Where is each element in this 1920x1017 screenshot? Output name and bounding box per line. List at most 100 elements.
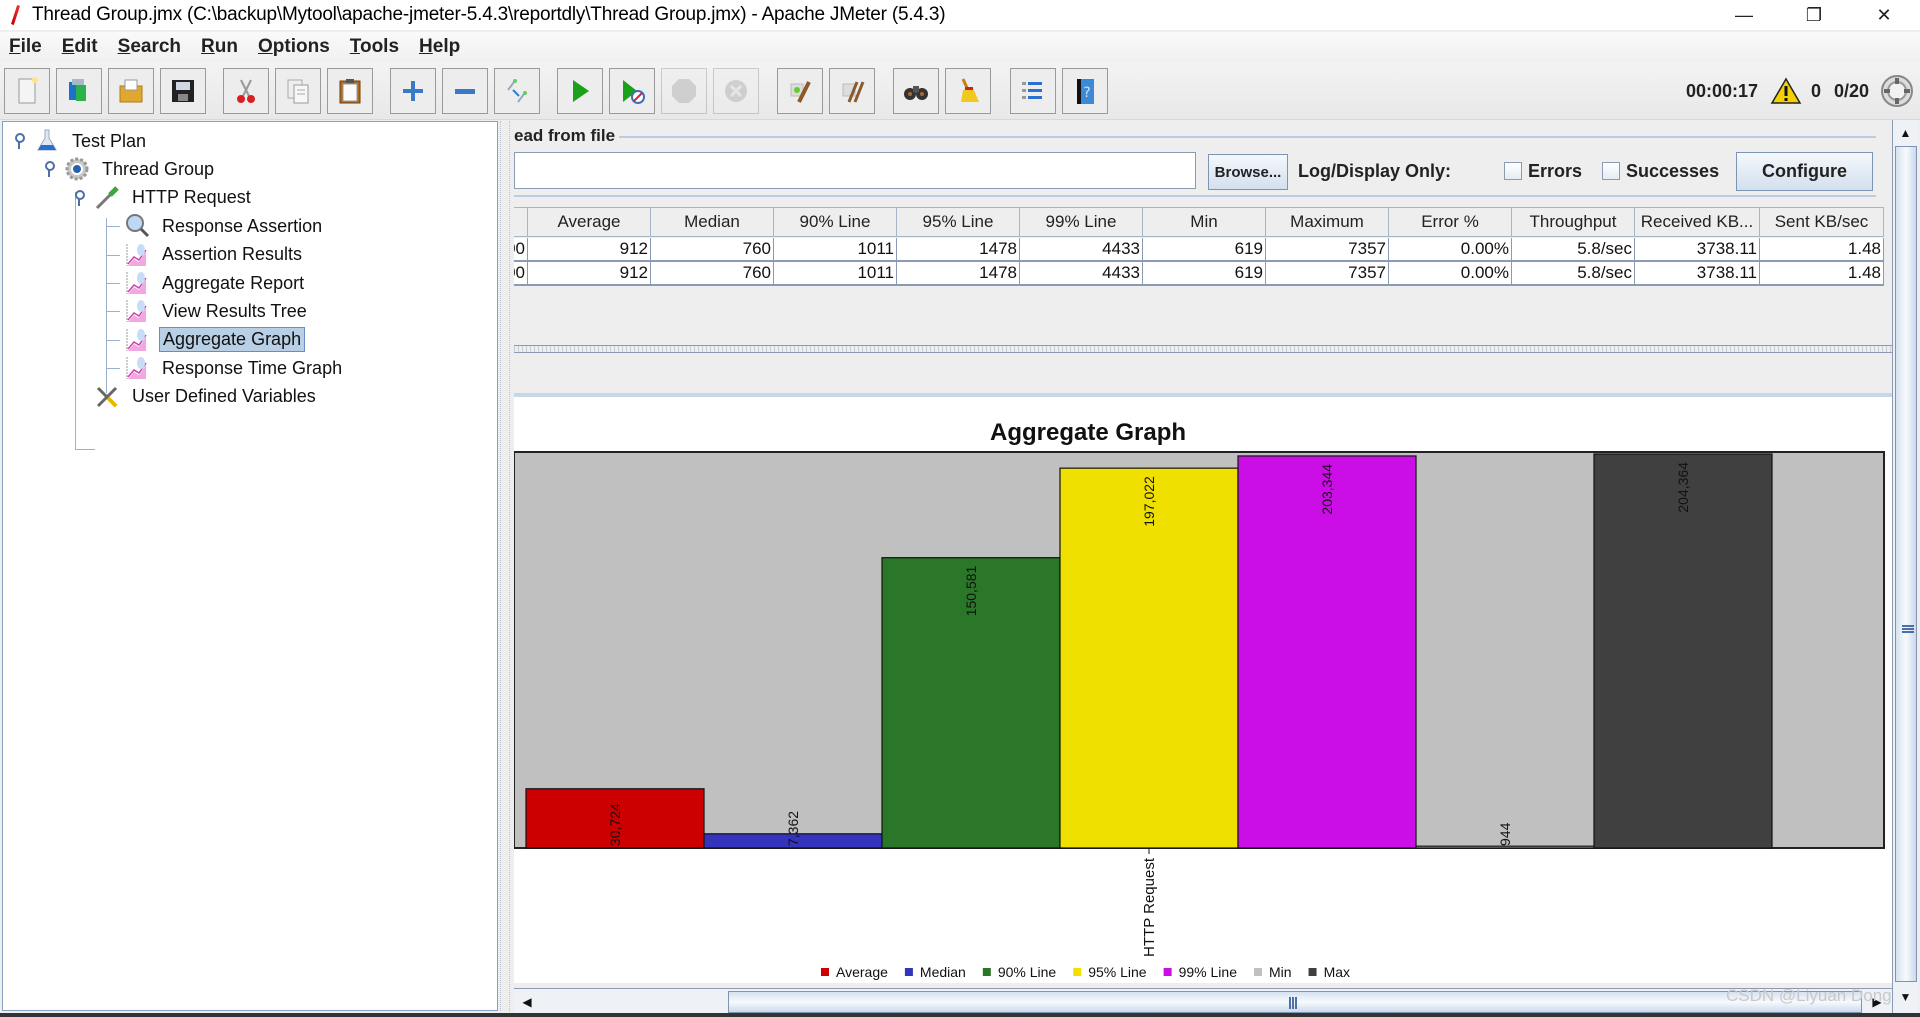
start-no-pauses-button[interactable]	[609, 68, 655, 114]
minimize-button[interactable]: —	[1716, 0, 1772, 30]
menu-mnemonic: O	[257, 36, 273, 57]
start-button[interactable]	[557, 68, 603, 114]
vertical-splitter[interactable]	[500, 121, 510, 1011]
new-document-icon	[18, 77, 38, 104]
legend-swatch	[1308, 968, 1317, 976]
tree-node-aggregate-graph[interactable]: Aggregate Graph	[123, 327, 306, 353]
tree-node-label: User Defined Variables	[132, 386, 316, 407]
data-label: 30,724	[607, 803, 623, 846]
save-button[interactable]	[160, 68, 206, 114]
menu-run[interactable]: Run	[191, 36, 248, 58]
toolbar: ?	[0, 62, 1920, 120]
legend-label: 99% Line	[1179, 964, 1238, 980]
menu-mnemonic: F	[9, 36, 21, 57]
stop-button[interactable]	[661, 68, 707, 114]
menu-tools[interactable]: Tools	[340, 36, 409, 58]
legend-label: Min	[1269, 964, 1292, 980]
title-bar: Thread Group.jmx (C:\backup\Mytool\apach…	[0, 0, 1920, 30]
data-label: 7,362	[785, 811, 801, 846]
menu-search[interactable]: Search	[108, 36, 191, 58]
menu-mnemonic: S	[117, 36, 131, 57]
reset-search-button[interactable]	[945, 68, 991, 114]
menu-help[interactable]: Help	[409, 36, 470, 58]
listener-graph-icon	[123, 242, 151, 268]
tree-node-user-defined-variables[interactable]: User Defined Variables	[93, 384, 319, 410]
clear-button[interactable]	[777, 68, 823, 114]
tree-node-test-plan[interactable]: Test Plan	[33, 128, 149, 154]
scroll-up-arrow-icon[interactable]: ▲	[1893, 122, 1918, 144]
open-folder-icon	[119, 79, 143, 103]
minus-icon	[455, 89, 475, 94]
list-icon	[1022, 82, 1042, 99]
play-icon	[573, 80, 589, 102]
data-label: 150,581	[963, 565, 979, 616]
remote-globe-icon[interactable]	[1880, 62, 1914, 120]
cut-button[interactable]	[223, 68, 269, 114]
menu-label: ools	[359, 36, 400, 57]
tree-node-label: View Results Tree	[162, 300, 307, 321]
vertical-scroll-thumb[interactable]	[1895, 146, 1917, 982]
menu-mnemonic: H	[419, 36, 433, 57]
data-label: 204,364	[1675, 462, 1691, 513]
function-helper-button[interactable]	[1010, 68, 1056, 114]
tree-connector	[106, 368, 120, 370]
tree-node-view-results-tree[interactable]: View Results Tree	[123, 298, 310, 324]
menu-label: earch	[130, 36, 182, 57]
tree-node-thread-group[interactable]: Thread Group	[63, 156, 217, 182]
jmeter-window: Thread Group.jmx (C:\backup\Mytool\apach…	[0, 0, 1920, 1017]
warning-icon[interactable]	[1770, 62, 1802, 120]
tree-node-response-time-graph[interactable]: Response Time Graph	[123, 355, 345, 381]
restore-button[interactable]: ❐	[1786, 0, 1842, 30]
search-button[interactable]	[893, 68, 939, 114]
tree-connector	[106, 339, 120, 341]
test-plan-flask-icon	[33, 128, 61, 154]
menu-label: un	[214, 36, 238, 57]
legend-label: 95% Line	[1088, 964, 1147, 980]
tree-node-label: Aggregate Report	[162, 272, 305, 293]
toggle-button[interactable]	[494, 68, 540, 114]
config-tools-icon	[93, 384, 121, 410]
tree-connector	[75, 192, 76, 450]
play-no-timers-icon	[623, 80, 645, 104]
new-button[interactable]	[4, 68, 50, 114]
listener-graph-icon	[123, 355, 151, 381]
shutdown-button[interactable]	[713, 68, 759, 114]
vertical-scrollbar[interactable]: ▲ ▼	[1892, 120, 1918, 1015]
clear-all-button[interactable]	[829, 68, 875, 114]
open-button[interactable]	[108, 68, 154, 114]
jmeter-feather-icon	[6, 3, 26, 27]
tree-node-label: Thread Group	[102, 158, 215, 179]
expand-button[interactable]	[390, 68, 436, 114]
collapse-button[interactable]	[442, 68, 488, 114]
tree-connector	[106, 226, 120, 228]
help-button[interactable]: ?	[1062, 68, 1108, 114]
legend-swatch	[904, 968, 913, 976]
active-threads: 0/20	[1834, 80, 1870, 101]
horizontal-scrollbar[interactable]: ◀ ▶	[514, 988, 1892, 1014]
tree-node-assertion-results[interactable]: Assertion Results	[123, 242, 305, 268]
copy-button[interactable]	[275, 68, 321, 114]
expand-toggle-icon[interactable]	[73, 189, 85, 207]
clear-all-brooms-icon	[842, 81, 865, 103]
menu-options[interactable]: Options	[248, 36, 340, 58]
tree-node-label: Aggregate Graph	[159, 327, 306, 353]
expand-toggle-icon[interactable]	[13, 132, 25, 150]
expand-toggle-icon[interactable]	[43, 160, 55, 178]
templates-button[interactable]	[56, 68, 102, 114]
paste-button[interactable]	[327, 68, 373, 114]
tree-node-response-assertion[interactable]: Response Assertion	[123, 213, 325, 239]
menu-edit[interactable]: Edit	[52, 36, 108, 58]
menu-file[interactable]: File	[0, 36, 52, 58]
sampler-pipette-icon	[93, 185, 121, 211]
scroll-down-arrow-icon[interactable]: ▼	[1893, 986, 1918, 1008]
tree-node-aggregate-report[interactable]: Aggregate Report	[123, 270, 307, 296]
scroll-left-arrow-icon[interactable]: ◀	[516, 989, 538, 1014]
horizontal-scroll-thumb[interactable]	[728, 991, 1862, 1013]
tree-node-http-request[interactable]: HTTP Request	[93, 185, 254, 211]
tree-connector	[106, 311, 120, 313]
clipboard-icon	[339, 79, 361, 104]
tree-connector	[106, 218, 107, 393]
data-label: 197,022	[1141, 476, 1157, 527]
listener-graph-icon	[123, 298, 151, 324]
close-button[interactable]: ✕	[1856, 0, 1912, 30]
